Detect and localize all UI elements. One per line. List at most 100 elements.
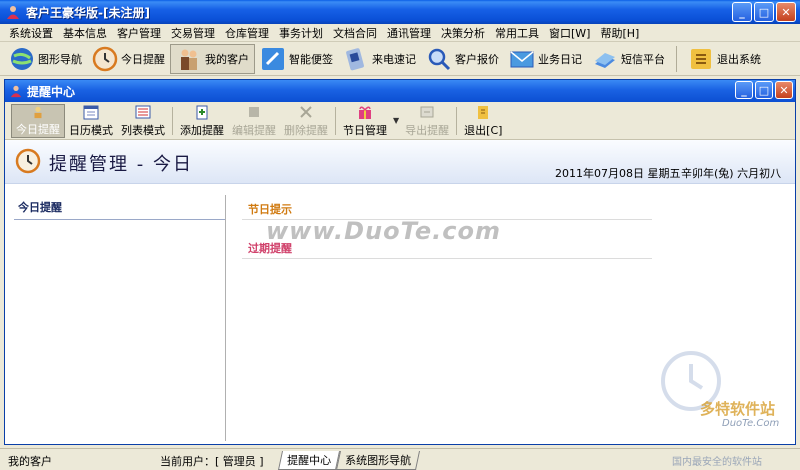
add-doc-icon — [196, 105, 208, 119]
toolbar-separator — [456, 106, 458, 135]
status-bar: 我的客户 当前用户：[ 管理员 ] 提醒中心 系统图形导航 国内最安全的软件站 — [0, 448, 800, 470]
clock-icon — [92, 46, 118, 71]
people-icon — [181, 49, 197, 70]
sms-platform-button[interactable]: 短信平台 — [587, 44, 670, 74]
business-diary-button[interactable]: 业务日记 — [504, 44, 587, 74]
delete-reminder-label: 删除提醒 — [284, 123, 328, 137]
menu-comm[interactable]: 通讯管理 — [382, 25, 436, 41]
envelope-icon — [510, 50, 534, 67]
globe-icon — [11, 47, 33, 70]
exit-c-label: 退出[C] — [464, 123, 503, 137]
book-icon — [595, 52, 615, 68]
menu-window[interactable]: 窗口[W] — [544, 25, 595, 41]
current-date: 2011年07月08日 星期五 — [555, 167, 681, 180]
exit-system-button[interactable]: 退出系统 — [683, 44, 766, 74]
edit-reminder-label: 编辑提醒 — [232, 123, 276, 137]
app-icon — [10, 85, 22, 98]
watermark-slogan: 国内最安全的软件站 — [672, 457, 762, 468]
exit-icon — [691, 48, 711, 69]
tab-graph-nav-label: 系统图形导航 — [345, 454, 412, 467]
lunar-date: 辛卯年(兔) 六月初八 — [681, 167, 782, 180]
export-reminder-button[interactable]: 导出提醒 — [401, 104, 453, 138]
clock-icon — [15, 148, 41, 174]
nav-graph-label: 图形导航 — [38, 52, 82, 66]
menu-plan[interactable]: 事务计划 — [274, 25, 328, 41]
calendar-mode-label: 日历模式 — [69, 123, 113, 137]
smart-note-label: 智能便签 — [289, 52, 333, 66]
my-customer-button[interactable]: 我的客户 — [170, 43, 255, 74]
search-person-icon — [428, 48, 451, 70]
inner-close-button[interactable]: ✕ — [775, 81, 793, 99]
inner-maximize-button[interactable]: □ — [755, 81, 773, 99]
page-title: 提醒管理 - 今日 — [49, 154, 193, 175]
window-title: 客户王豪华版-[未注册] — [26, 5, 150, 20]
customer-quote-button[interactable]: 客户报价 — [421, 44, 504, 74]
menu-tools[interactable]: 常用工具 — [490, 25, 544, 41]
menu-docs[interactable]: 文档合同 — [328, 25, 382, 41]
inner-window-controls: _ □ ✕ — [735, 81, 793, 99]
list-icon — [135, 105, 151, 118]
maximize-button[interactable]: □ — [754, 2, 774, 22]
menu-basic-info[interactable]: 基本信息 — [58, 25, 112, 41]
menu-bar: 系统设置 基本信息 客户管理 交易管理 仓库管理 事务计划 文档合同 通讯管理 … — [0, 24, 800, 42]
menu-customer[interactable]: 客户管理 — [112, 25, 166, 41]
tab-graph-nav[interactable]: 系统图形导航 — [335, 451, 421, 470]
menu-trade[interactable]: 交易管理 — [166, 25, 220, 41]
toolbar-separator — [172, 106, 173, 135]
chevron-down-icon[interactable]: ▼ — [393, 116, 399, 125]
calendar-icon — [83, 105, 99, 119]
sms-platform-label: 短信平台 — [621, 52, 665, 66]
menu-analysis[interactable]: 决策分析 — [436, 25, 490, 41]
today-reminder-panel: 今日提醒 — [14, 195, 226, 441]
close-button[interactable]: ✕ — [776, 2, 796, 22]
calendar-mode-button[interactable]: 日历模式 — [65, 104, 117, 138]
delete-icon — [300, 105, 312, 118]
nav-graph-button[interactable]: 图形导航 — [4, 44, 87, 74]
window-controls: _ □ ✕ — [732, 2, 796, 22]
holiday-manage-button[interactable]: 节日管理 — [339, 104, 391, 138]
watermark-brand: 多特软件站 — [700, 400, 776, 418]
customer-quote-label: 客户报价 — [455, 52, 499, 66]
edit-reminder-button[interactable]: 编辑提醒 — [228, 104, 280, 138]
list-mode-label: 列表模式 — [121, 123, 165, 137]
reminder-header: 提醒管理 - 今日 2011年07月08日 星期五 辛卯年(兔) 六月初八 — [5, 140, 795, 184]
phone-icon — [346, 47, 364, 70]
my-customer-label: 我的客户 — [205, 52, 249, 66]
watermark-site: DuoTe.Com — [722, 418, 780, 429]
smart-note-button[interactable]: 智能便签 — [255, 44, 338, 74]
add-reminder-button[interactable]: 添加提醒 — [176, 104, 228, 138]
export-reminder-label: 导出提醒 — [405, 123, 450, 137]
gift-icon — [359, 106, 371, 119]
status-current-user: 当前用户：[ 管理员 ] — [160, 455, 264, 468]
reminder-toolbar: 今日提醒 日历模式 列表模式 添加提醒 编辑提醒 删除提醒 节日管理 ▼ 导出提… — [5, 102, 795, 140]
status-module: 我的客户 — [8, 455, 52, 468]
holiday-manage-label: 节日管理 — [343, 123, 387, 137]
inner-minimize-button[interactable]: _ — [735, 81, 753, 99]
window-tab-strip: 提醒中心 系统图形导航 — [277, 451, 421, 470]
site-watermark: www.DuoTe.com — [266, 217, 501, 245]
menu-help[interactable]: 帮助[H] — [595, 25, 644, 41]
toolbar-separator — [676, 45, 677, 72]
minimize-button[interactable]: _ — [732, 2, 752, 22]
exit-icon — [478, 105, 489, 119]
business-diary-label: 业务日记 — [538, 52, 582, 66]
today-reminder-button[interactable]: 今日提醒 — [87, 44, 170, 74]
today-reminder-tab[interactable]: 今日提醒 — [11, 103, 65, 138]
inner-title-bar: 提醒中心 _ □ ✕ — [5, 80, 795, 102]
today-reminder-heading: 今日提醒 — [14, 195, 225, 220]
tab-reminder-center-label: 提醒中心 — [287, 454, 332, 467]
edit-icon — [249, 106, 259, 117]
toolbar-separator — [335, 106, 336, 135]
menu-system-settings[interactable]: 系统设置 — [4, 25, 58, 41]
exit-system-label: 退出系统 — [717, 52, 761, 66]
exit-c-button[interactable]: 退出[C] — [460, 104, 506, 138]
note-icon — [262, 47, 284, 70]
list-mode-button[interactable]: 列表模式 — [117, 104, 169, 138]
person-icon — [34, 106, 42, 118]
today-reminder-tab-label: 今日提醒 — [16, 122, 60, 136]
delete-reminder-button[interactable]: 删除提醒 — [280, 104, 332, 138]
tab-reminder-center[interactable]: 提醒中心 — [277, 451, 341, 470]
main-toolbar: 图形导航 今日提醒 我的客户 智能便签 来电速记 客户报价 业务日记 短信平台 … — [0, 42, 800, 76]
menu-warehouse[interactable]: 仓库管理 — [220, 25, 274, 41]
call-memo-button[interactable]: 来电速记 — [338, 44, 421, 74]
